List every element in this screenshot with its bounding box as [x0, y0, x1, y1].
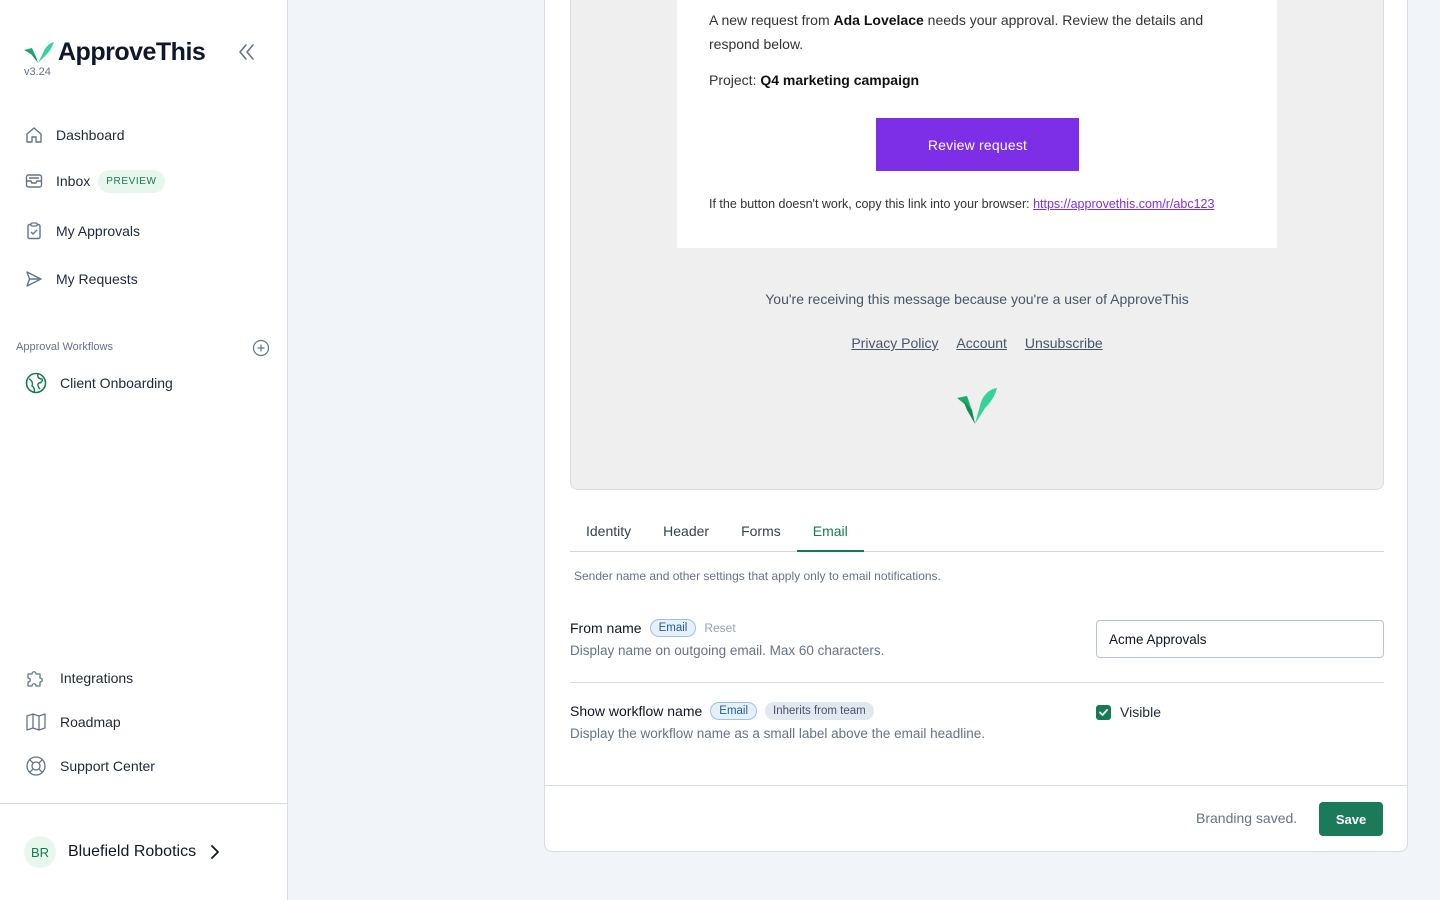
sidebar-divider	[0, 803, 288, 804]
nav-label: Support Center	[60, 758, 155, 774]
show-workflow-description: Display the workflow name as a small lab…	[570, 726, 985, 741]
visible-checkbox[interactable]	[1096, 704, 1111, 720]
home-icon	[24, 125, 44, 145]
fallback-link[interactable]: https://approvethis.com/r/abc123	[1033, 197, 1214, 211]
nav-inbox[interactable]: Inbox PREVIEW	[24, 167, 165, 195]
map-icon	[24, 710, 48, 734]
add-workflow-icon[interactable]	[252, 339, 270, 357]
chevron-right-icon	[211, 845, 219, 859]
save-status: Branding saved.	[1196, 810, 1298, 826]
preview-badge: PREVIEW	[98, 169, 165, 193]
check-icon	[1099, 708, 1108, 716]
brand[interactable]: ApproveThis	[24, 38, 206, 67]
nav-roadmap[interactable]: Roadmap	[24, 708, 121, 736]
inbox-icon	[24, 171, 44, 191]
brand-name: ApproveThis	[58, 38, 206, 66]
requester-name: Ada Lovelace	[833, 12, 924, 28]
privacy-policy-link[interactable]: Privacy Policy	[851, 335, 938, 351]
nav-label: Roadmap	[60, 714, 121, 730]
nav-label: Dashboard	[56, 127, 125, 143]
reset-link[interactable]: Reset	[704, 621, 735, 635]
email-body: A new request from Ada Lovelace needs yo…	[677, 0, 1277, 248]
team-name: Bluefield Robotics	[68, 843, 197, 860]
approvethis-logo-icon	[24, 41, 54, 63]
nav-my-approvals[interactable]: My Approvals	[24, 217, 140, 245]
puzzle-icon	[24, 666, 48, 690]
nav-label: My Requests	[56, 271, 138, 287]
from-name-input[interactable]	[1096, 620, 1384, 658]
workflows-section-label: Approval Workflows	[16, 341, 113, 353]
branding-card: A new request from Ada Lovelace needs yo…	[544, 0, 1408, 852]
from-name-description: Display name on outgoing email. Max 60 c…	[570, 643, 885, 658]
project-name: Q4 marketing campaign	[760, 72, 920, 88]
clipboard-check-icon	[24, 221, 44, 241]
collapse-sidebar-icon[interactable]	[236, 42, 258, 62]
show-workflow-title: Show workflow name	[570, 703, 703, 719]
inherits-chip: Inherits from team	[765, 702, 874, 720]
footer-divider	[545, 785, 1407, 786]
workflow-client-onboarding[interactable]: Client Onboarding	[24, 369, 173, 397]
email-project: Project: Q4 marketing campaign	[709, 72, 920, 88]
from-name-title-row: From name Email Reset	[570, 619, 736, 637]
email-footer-message: You're receiving this message because yo…	[765, 291, 1189, 307]
email-chip: Email	[649, 619, 697, 637]
review-request-button[interactable]: Review request	[876, 118, 1079, 171]
tab-forms[interactable]: Forms	[725, 512, 797, 552]
visible-label: Visible	[1120, 704, 1161, 720]
email-intro: A new request from Ada Lovelace needs yo…	[709, 12, 1204, 52]
account-link[interactable]: Account	[956, 335, 1007, 351]
row-divider	[570, 682, 1384, 683]
tab-identity[interactable]: Identity	[570, 512, 647, 552]
globe-icon	[24, 371, 48, 395]
team-avatar: BR	[24, 836, 56, 868]
email-preview: A new request from Ada Lovelace needs yo…	[570, 0, 1384, 490]
app-version: v3.24	[24, 66, 51, 78]
tab-header[interactable]: Header	[647, 512, 725, 552]
nav-label: My Approvals	[56, 223, 141, 239]
nav-label: Inbox	[56, 173, 91, 189]
email-footer-links: Privacy Policy Account Unsubscribe	[571, 335, 1383, 351]
nav-my-requests[interactable]: My Requests	[24, 265, 138, 293]
workflow-label: Client Onboarding	[60, 375, 173, 391]
tab-description: Sender name and other settings that appl…	[574, 569, 941, 583]
sidebar: ApproveThis v3.24 Dashboard Inbox PREVIE…	[0, 0, 288, 900]
team-switcher[interactable]: BR Bluefield Robotics	[24, 836, 222, 868]
lifebuoy-icon	[24, 754, 48, 778]
nav-integrations[interactable]: Integrations	[24, 664, 133, 692]
fallback-link-text: If the button doesn't work, copy this li…	[709, 197, 1215, 211]
nav-label: Integrations	[60, 670, 134, 686]
tab-email[interactable]: Email	[796, 512, 864, 552]
visible-toggle[interactable]: Visible	[1096, 704, 1161, 720]
send-icon	[24, 269, 44, 289]
show-workflow-title-row: Show workflow name Email Inherits from t…	[570, 702, 874, 720]
from-name-title: From name	[570, 620, 642, 636]
email-chip: Email	[710, 702, 758, 720]
nav-support-center[interactable]: Support Center	[24, 752, 155, 780]
save-button[interactable]: Save	[1319, 802, 1383, 836]
approvethis-logo-icon	[957, 388, 997, 424]
nav-dashboard[interactable]: Dashboard	[24, 121, 125, 149]
settings-tabs: Identity Header Forms Email	[570, 512, 1384, 552]
unsubscribe-link[interactable]: Unsubscribe	[1025, 335, 1103, 351]
